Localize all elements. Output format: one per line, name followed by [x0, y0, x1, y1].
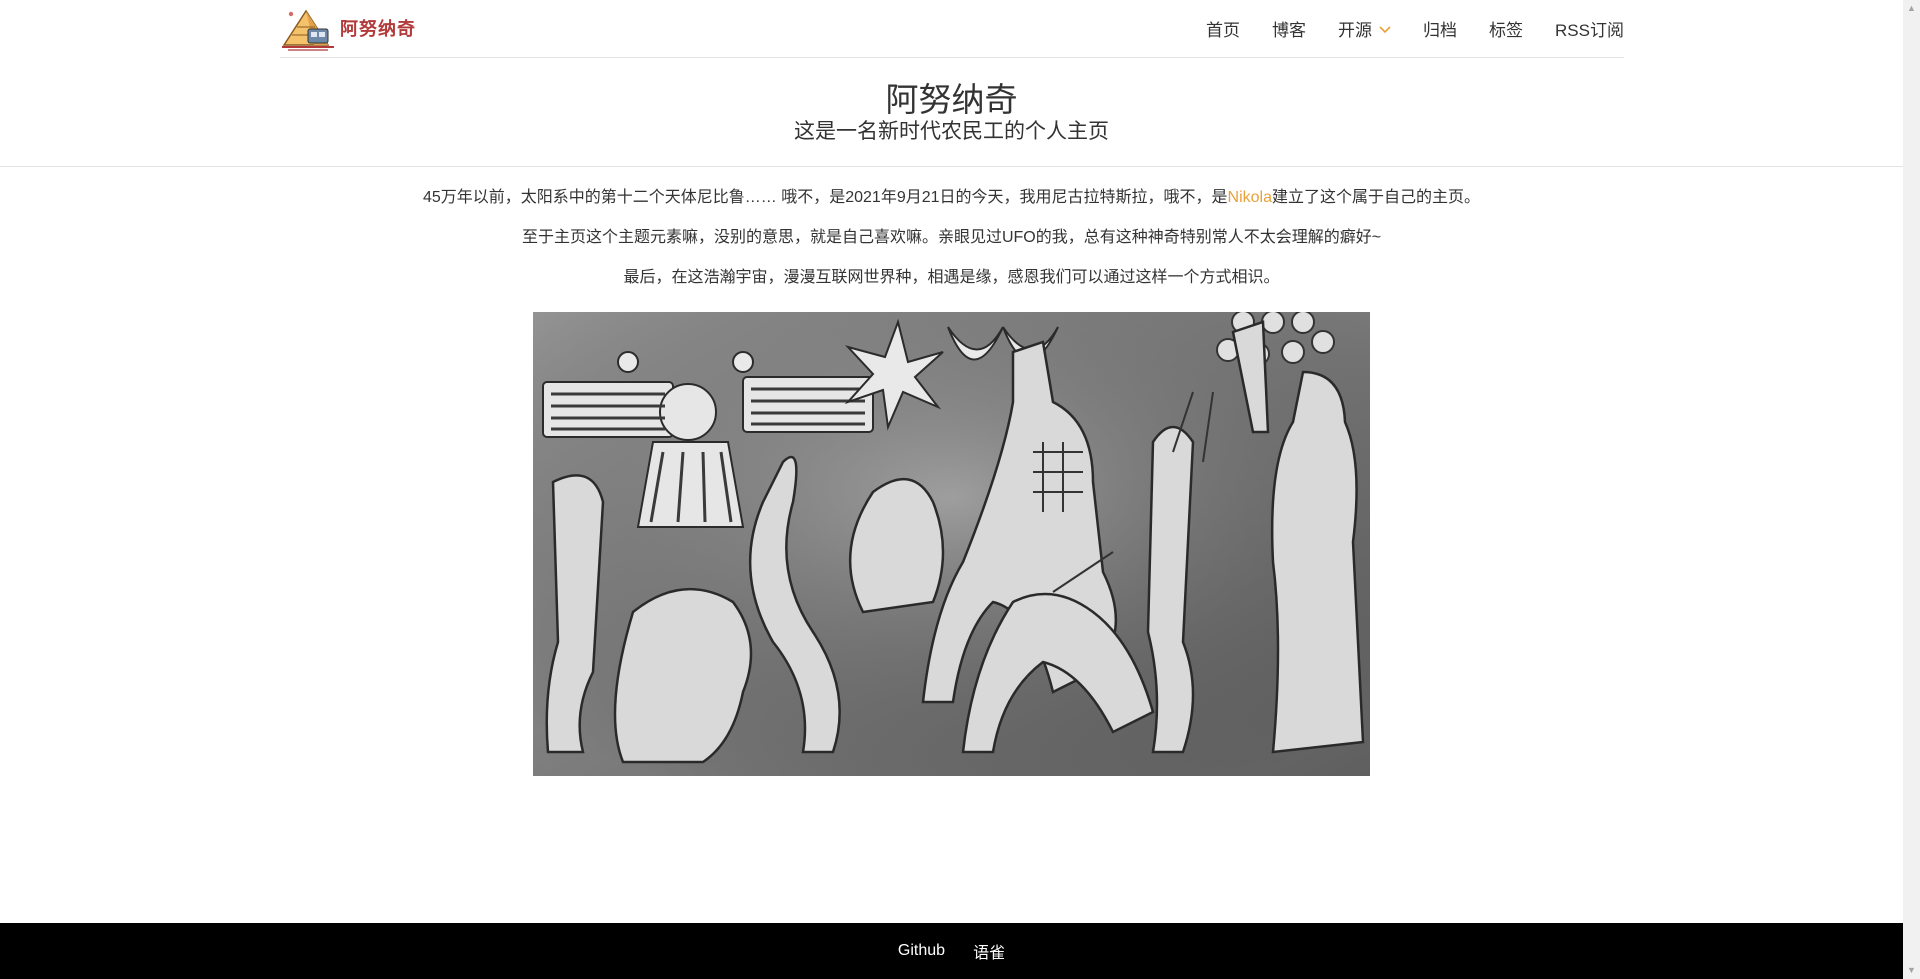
nav-item-opensource-label: 开源 [1338, 21, 1373, 40]
scroll-up-arrow-icon[interactable]: ▲ [1903, 0, 1920, 17]
nav-item-home[interactable]: 首页 [1206, 16, 1240, 41]
scroll-down-arrow-icon[interactable]: ▼ [1903, 962, 1920, 979]
nav-item-tags[interactable]: 标签 [1489, 16, 1523, 41]
intro-paragraph-1: 45万年以前，太阳系中的第十二个天体尼比鲁…… 哦不，是2021年9月21日的今… [0, 188, 1903, 228]
intro-paragraph-3: 最后，在这浩瀚宇宙，漫漫互联网世界种，相遇是缘，感恩我们可以通过这样一个方式相识… [623, 269, 1280, 286]
footer-link-github[interactable]: Github [898, 942, 945, 960]
chevron-down-icon [1379, 19, 1391, 39]
sumerian-seal-image [533, 312, 1370, 776]
page-subtitle: 这是一名新时代农民工的个人主页 [794, 120, 1109, 143]
nav-item-opensource[interactable]: 开源 [1338, 16, 1391, 41]
pyramid-logo-icon [282, 9, 334, 51]
page-title: 阿努纳奇 [885, 81, 1018, 118]
footer: Github 语雀 [0, 923, 1903, 979]
intro-paragraph-2: 至于主页这个主题元素嘛，没别的意思，就是自己喜欢嘛。亲眼见过UFO的我，总有这种… [521, 229, 1382, 246]
top-navbar: 阿努纳奇 首页 博客 开源 归档 标签 RSS订阅 [280, 0, 1624, 58]
hero-section: 阿努纳奇 这是一名新时代农民工的个人主页 [0, 58, 1903, 167]
intro-text-1-after: 建立了这个属于自己的主页。 [1272, 189, 1481, 206]
site-logo[interactable]: 阿努纳奇 [280, 5, 416, 51]
page-scrollbar[interactable]: ▲ ▼ [1903, 0, 1920, 979]
main-nav: 首页 博客 开源 归档 标签 RSS订阅 [1206, 0, 1624, 57]
intro-text-1-before: 45万年以前，太阳系中的第十二个天体尼比鲁…… 哦不，是2021年9月21日的今… [422, 189, 1228, 206]
nav-item-rss[interactable]: RSS订阅 [1555, 16, 1624, 41]
footer-link-yuque[interactable]: 语雀 [973, 939, 1005, 963]
intro-content: 45万年以前，太阳系中的第十二个天体尼比鲁…… 哦不，是2021年9月21日的今… [0, 188, 1903, 308]
logo-text: 阿努纳奇 [340, 19, 416, 39]
nikola-link[interactable]: Nikola [1228, 189, 1272, 206]
nav-item-blog[interactable]: 博客 [1272, 16, 1306, 41]
nav-item-archive[interactable]: 归档 [1423, 16, 1457, 41]
